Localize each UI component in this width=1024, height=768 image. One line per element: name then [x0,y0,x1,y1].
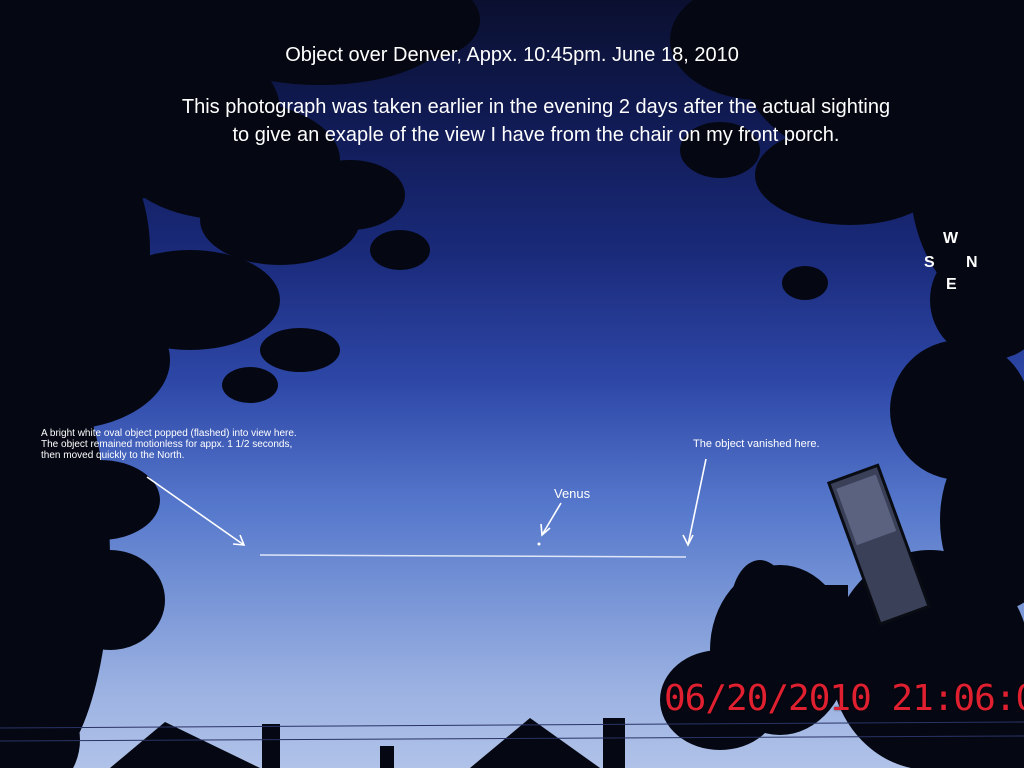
compass-north: N [966,254,978,271]
arrow-vanish [682,458,707,547]
photo-title: Object over Denver, Appx. 10:45pm. June … [285,44,739,66]
arrow-appear [146,476,246,546]
date-timestamp: 06/20/2010 21:06:02 [664,678,1024,719]
appear-note-line-1: A bright white oval object popped (flash… [41,428,297,439]
compass-south: S [924,254,935,271]
venus-label: Venus [554,486,591,501]
venus-dot [537,542,541,546]
description-line-2: to give an exaple of the view I have fro… [232,124,840,146]
compass-west: W [943,230,959,247]
photo-scene: Object over Denver, Appx. 10:45pm. June … [0,0,1024,768]
arrow-venus [540,502,562,537]
appear-note-line-2: The object remained motionless for appx.… [41,439,293,450]
vanish-note: The object vanished here. [693,438,820,450]
appear-note-line-3: then moved quickly to the North. [41,450,185,461]
description-line-1: This photograph was taken earlier in the… [181,96,891,118]
object-path-line [259,554,687,558]
compass-east: E [946,276,957,293]
